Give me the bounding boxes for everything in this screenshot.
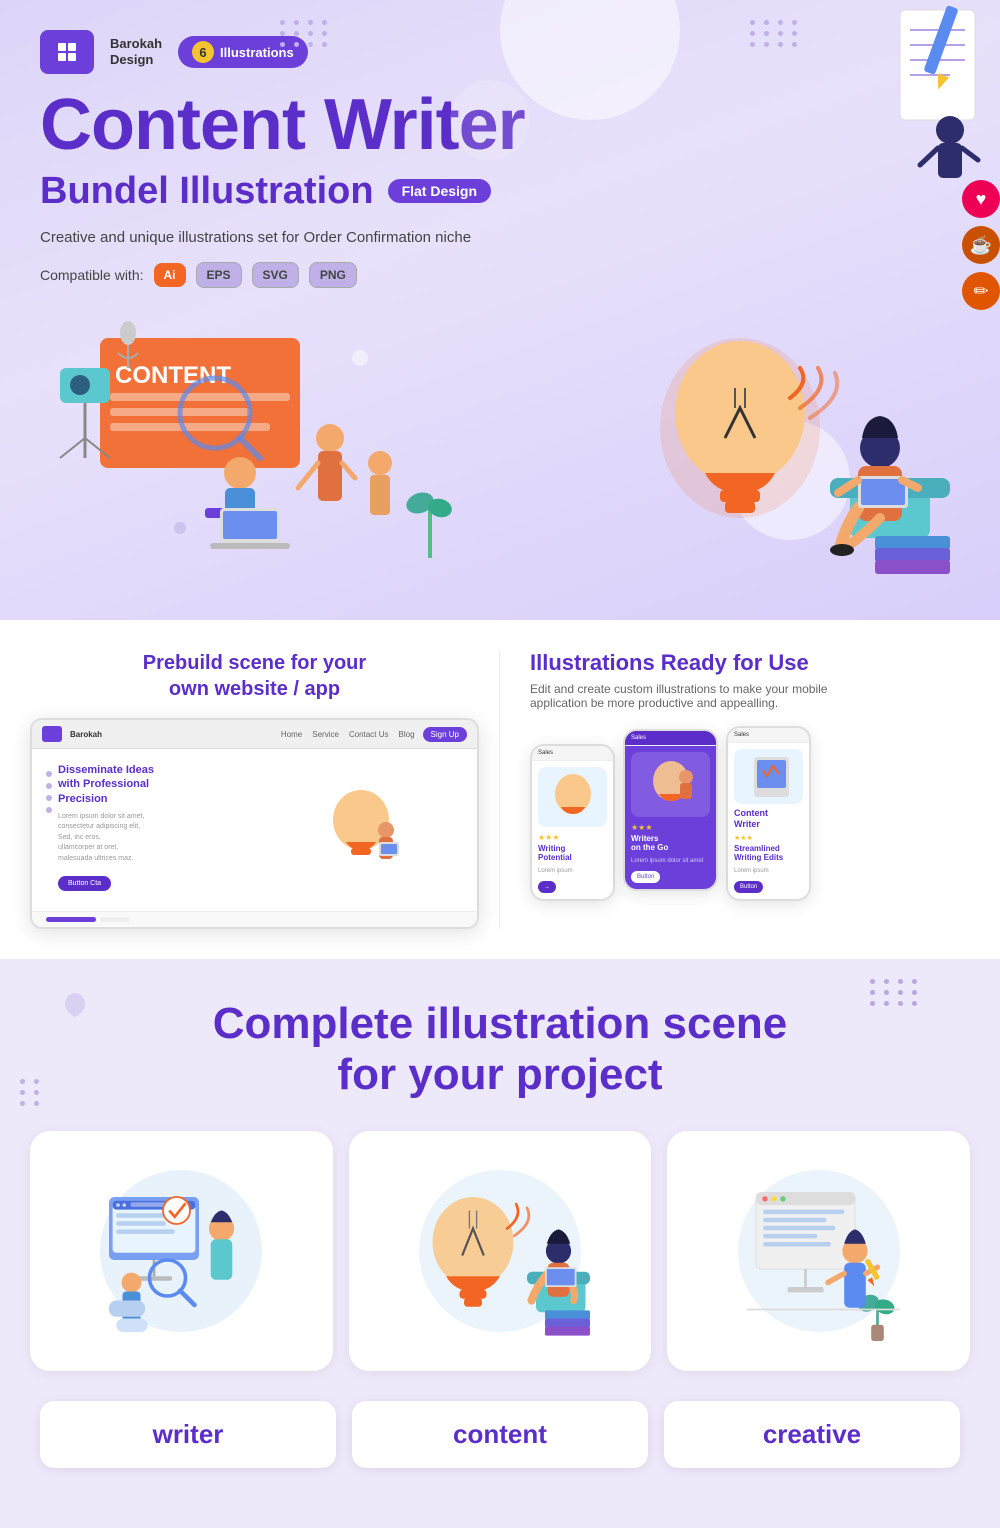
brand-logo bbox=[40, 30, 94, 74]
phone-1-cta: → bbox=[538, 881, 556, 893]
compat-png: PNG bbox=[309, 262, 357, 288]
hero-description: Creative and unique illustrations set fo… bbox=[40, 229, 960, 246]
compat-svg: SVG bbox=[252, 262, 299, 288]
compat-label: Compatible with: bbox=[40, 267, 144, 283]
hero-illus-left: CONTENT bbox=[40, 308, 490, 588]
deco-dot-cluster-left bbox=[20, 1079, 42, 1106]
phone-2-body: ★★★ Writerson the Go Lorem ipsum dolor s… bbox=[625, 746, 716, 890]
mockup-brand: Barokah bbox=[70, 730, 102, 739]
phone-3: Sales ContentWriter ★★★ StreamlinedWriti… bbox=[726, 726, 811, 901]
features-section: Prebuild scene for your own website / ap… bbox=[0, 620, 1000, 959]
mockup-sidebar bbox=[46, 771, 52, 891]
dots-decoration-tr bbox=[750, 20, 800, 47]
compat-eps: EPS bbox=[196, 262, 242, 288]
phone-1-body: ★★★ WritingPotential Lorem ipsum → bbox=[532, 761, 613, 900]
brand-name: Barokah Design bbox=[110, 36, 162, 67]
complete-section: Complete illustration scene for your pro… bbox=[0, 959, 1000, 1527]
mockup-footer bbox=[32, 911, 477, 927]
illus-card-2 bbox=[349, 1131, 652, 1371]
mockup-logo bbox=[42, 726, 62, 742]
mockup-nav: Home Service Contact Us Blog bbox=[281, 730, 415, 739]
phone-3-header: Sales bbox=[728, 728, 809, 743]
hero-section: ♥ ☕ ✏ Barokah Design 6 Illustrations Con… bbox=[0, 0, 1000, 620]
feature-right-desc: Edit and create custom illustrations to … bbox=[530, 682, 970, 710]
phone-1: Sales ★★★ WritingPotential Lorem ipsum → bbox=[530, 744, 615, 902]
deco-dots-right bbox=[870, 979, 920, 1006]
phone-mockups: Sales ★★★ WritingPotential Lorem ipsum → bbox=[530, 726, 970, 901]
illustrations-grid bbox=[30, 1131, 970, 1371]
mockup-body-text: Lorem ipsum dolor sit amet,consectetur a… bbox=[58, 812, 154, 865]
phone-3-body: ContentWriter ★★★ StreamlinedWriting Edi… bbox=[728, 743, 809, 899]
heart-icon[interactable]: ♥ bbox=[962, 180, 1000, 218]
deco-lightbulb-left bbox=[60, 989, 90, 1034]
compat-ai: Ai bbox=[154, 263, 186, 287]
phone-2: Sales ★★★ Writerson the Go Lorem ipsum bbox=[623, 729, 718, 892]
complete-title: Complete illustration scene for your pro… bbox=[30, 999, 970, 1100]
phone-2-header: Sales bbox=[625, 731, 716, 746]
tag-creative[interactable]: creative bbox=[664, 1401, 960, 1468]
compatible-row: Compatible with: Ai EPS SVG PNG bbox=[40, 262, 960, 288]
tags-row: writer content creative bbox=[30, 1401, 970, 1488]
tag-content[interactable]: content bbox=[352, 1401, 648, 1468]
phone-3-cta: Button bbox=[734, 881, 763, 893]
dots-decoration-tl bbox=[280, 20, 330, 47]
illus-card-3 bbox=[667, 1131, 970, 1371]
mockup-body-left: Disseminate Ideaswith ProfessionalPrecis… bbox=[46, 763, 250, 897]
hero-subtitle-row: Bundel Illustration Flat Design bbox=[40, 170, 960, 213]
top-right-decoration bbox=[880, 0, 1000, 205]
phone-1-header: Sales bbox=[532, 746, 613, 761]
feature-left: Prebuild scene for your own website / ap… bbox=[30, 650, 500, 929]
phone-2-cta: Button bbox=[631, 871, 660, 883]
feature-left-title: Prebuild scene for your own website / ap… bbox=[30, 650, 479, 702]
badge-count: 6 bbox=[192, 41, 214, 63]
hero-illus-right bbox=[510, 308, 960, 588]
tag-writer[interactable]: writer bbox=[40, 1401, 336, 1468]
feature-right: Illustrations Ready for Use Edit and cre… bbox=[500, 650, 970, 929]
mockup-title: Disseminate Ideaswith ProfessionalPrecis… bbox=[58, 763, 154, 806]
feature-right-title: Illustrations Ready for Use bbox=[530, 650, 970, 676]
mockup-illus bbox=[260, 763, 464, 897]
coffee-icon[interactable]: ☕ bbox=[962, 226, 1000, 264]
hero-illustrations: CONTENT bbox=[40, 308, 960, 588]
hero-subtitle: Bundel Illustration bbox=[40, 170, 374, 213]
mockup-body: Disseminate Ideaswith ProfessionalPrecis… bbox=[32, 749, 477, 911]
mockup-cta-body: Button Cta bbox=[58, 876, 111, 891]
mockup-navbar: Barokah Home Service Contact Us Blog Sig… bbox=[32, 720, 477, 749]
illus-card-1 bbox=[30, 1131, 333, 1371]
svg-text:CONTENT: CONTENT bbox=[115, 362, 231, 389]
pencil-icon[interactable]: ✏ bbox=[962, 272, 1000, 310]
social-icons: ♥ ☕ ✏ bbox=[962, 180, 1000, 310]
flat-design-badge: Flat Design bbox=[388, 179, 491, 203]
mockup-signup: Sign Up bbox=[423, 727, 467, 742]
web-mockup: Barokah Home Service Contact Us Blog Sig… bbox=[30, 718, 479, 929]
